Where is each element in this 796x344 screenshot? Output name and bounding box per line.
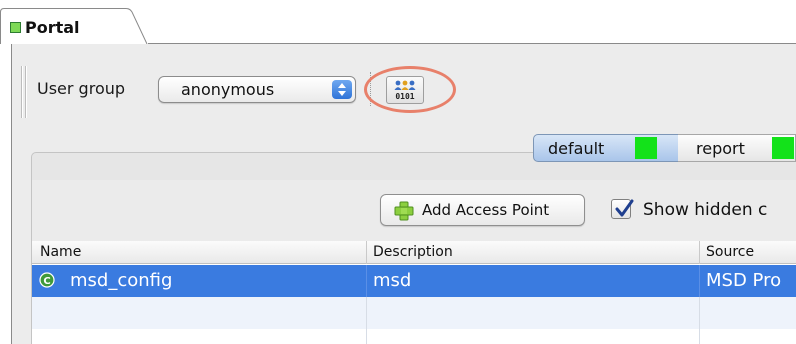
- add-access-point-label: Add Access Point: [422, 201, 550, 219]
- svg-text:0101: 0101: [395, 92, 414, 101]
- segment-label: report: [696, 139, 745, 158]
- dropdown-arrows-icon[interactable]: [332, 80, 352, 99]
- view-color-swatch: [772, 137, 794, 159]
- column-divider: [366, 329, 367, 344]
- show-hidden-checkbox[interactable]: [611, 199, 634, 219]
- cell-source: MSD Pro: [706, 270, 782, 291]
- view-segment-default[interactable]: default: [533, 134, 679, 162]
- cell-name: msd_config: [70, 270, 173, 291]
- tab-portal[interactable]: Portal: [0, 8, 148, 44]
- show-hidden-label: Show hidden c: [643, 200, 768, 220]
- table-row[interactable]: C msd_config msd MSD Pro: [32, 265, 796, 297]
- view-segment-report[interactable]: report: [678, 134, 796, 162]
- column-divider: [366, 265, 367, 297]
- class-c-icon: C: [39, 272, 55, 288]
- toolbar-grip[interactable]: [25, 66, 27, 118]
- toolbar-separator: [370, 72, 373, 106]
- column-header-source[interactable]: Source: [706, 244, 754, 260]
- table-header: Name Description Source: [32, 241, 796, 264]
- column-divider: [699, 329, 700, 344]
- empty-table-row[interactable]: [32, 329, 796, 344]
- column-header-description[interactable]: Description: [373, 244, 453, 260]
- user-group-binary-icon: 0101: [394, 80, 416, 101]
- checkmark-icon: [615, 199, 634, 217]
- add-access-point-button[interactable]: Add Access Point: [380, 194, 585, 226]
- empty-table-row[interactable]: [32, 297, 796, 329]
- user-group-binary-button[interactable]: 0101: [386, 76, 424, 104]
- user-group-dropdown[interactable]: anonymous: [158, 76, 356, 103]
- add-plus-icon: [394, 201, 414, 221]
- green-square-icon: [10, 22, 21, 33]
- view-color-swatch: [635, 137, 657, 159]
- user-group-value: anonymous: [181, 80, 275, 99]
- column-divider: [699, 297, 700, 329]
- column-header-name[interactable]: Name: [40, 244, 81, 260]
- svg-text:C: C: [43, 276, 50, 287]
- column-divider: [366, 297, 367, 329]
- editor-border: [11, 44, 12, 344]
- access-point-table: Name Description Source C msd_config msd…: [32, 241, 796, 344]
- editor-tab-strip: Portal: [0, 0, 796, 44]
- column-divider[interactable]: [699, 241, 700, 264]
- segment-label: default: [548, 139, 605, 158]
- cell-description: msd: [373, 270, 412, 291]
- column-divider[interactable]: [366, 241, 367, 264]
- user-group-label: User group: [37, 79, 126, 98]
- toolbar-grip[interactable]: [21, 66, 23, 118]
- column-divider: [699, 265, 700, 297]
- tab-label: Portal: [25, 18, 80, 37]
